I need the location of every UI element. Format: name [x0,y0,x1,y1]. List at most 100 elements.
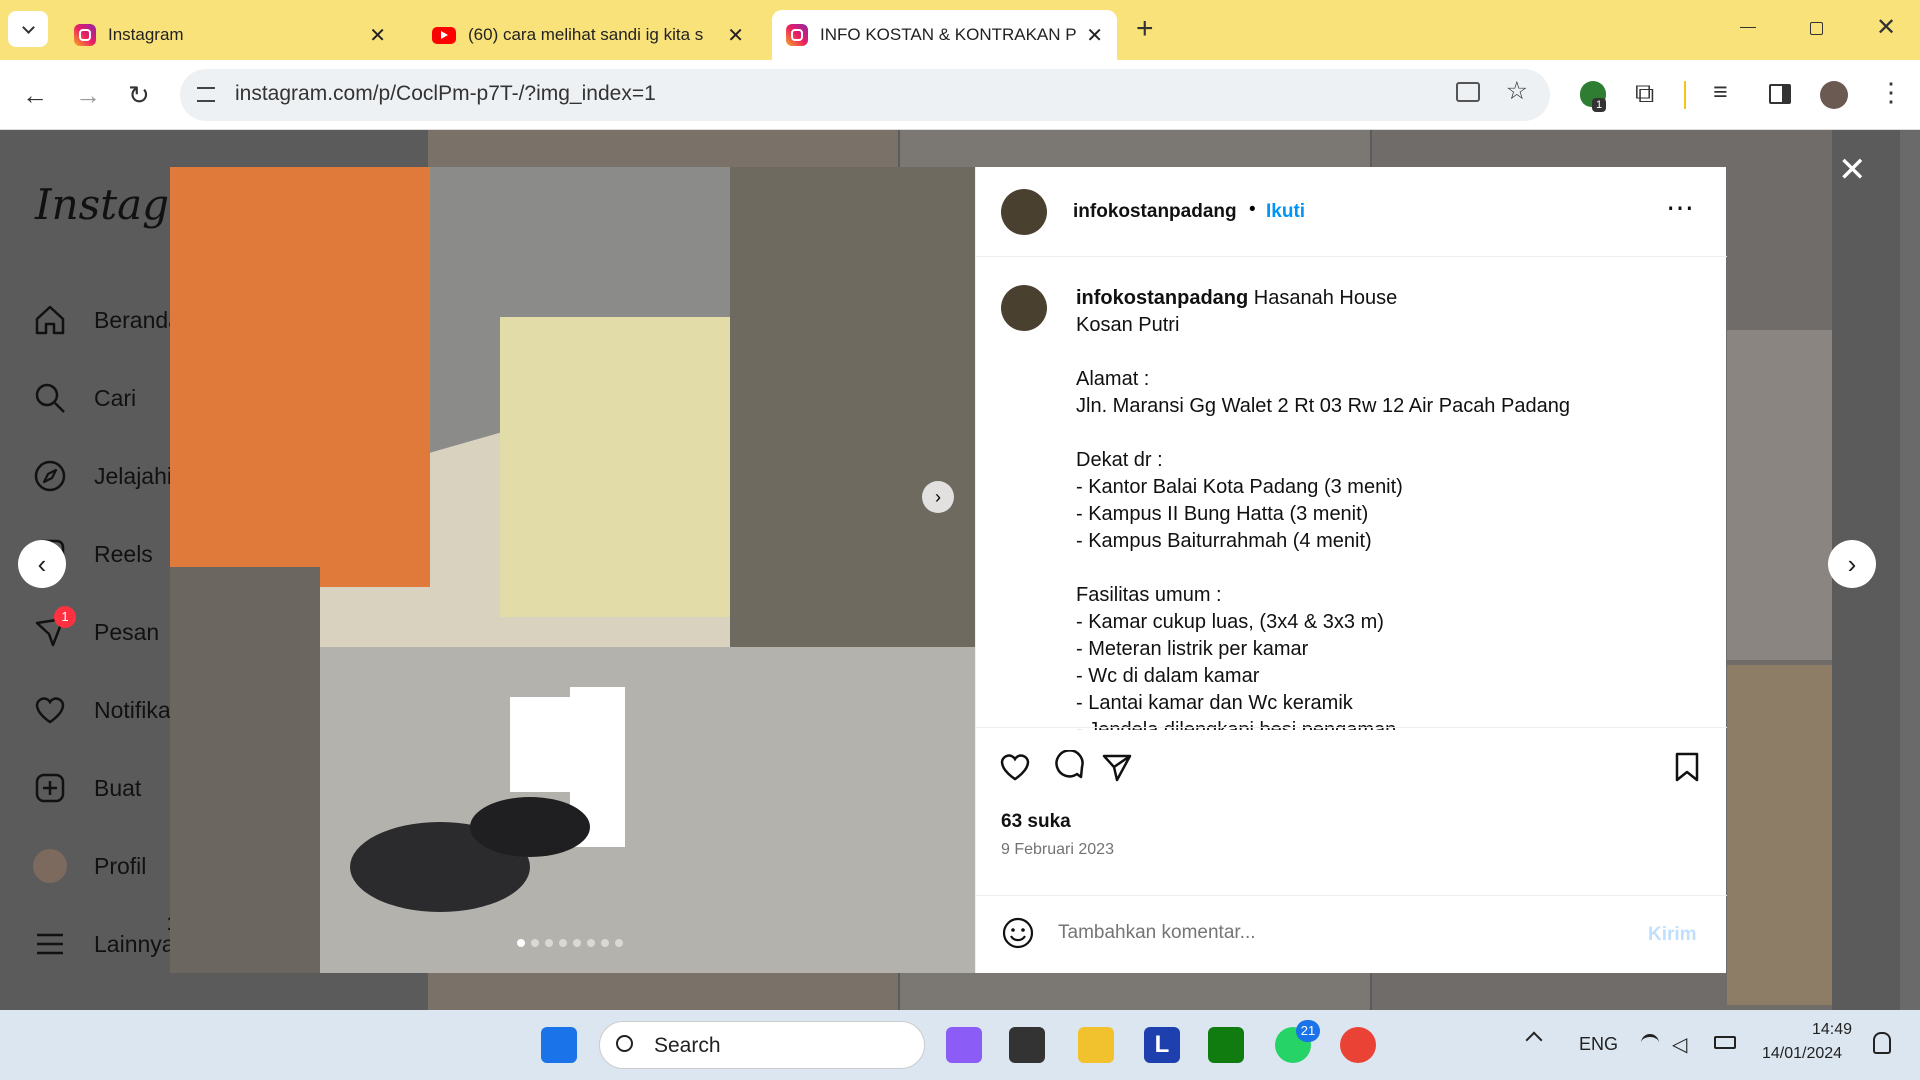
menu-icon [30,924,70,964]
next-post-button[interactable]: › [1828,540,1876,588]
comment-input[interactable] [1058,918,1618,948]
dot-separator: • [1249,199,1256,220]
home-icon [30,300,70,340]
emoji-icon[interactable] [1001,916,1035,955]
carousel-dot [545,939,553,947]
more-menu-icon[interactable]: ⋮ [1878,77,1904,108]
tab-search-button[interactable] [8,11,48,47]
comment-icon[interactable] [1052,749,1086,789]
sidebar-item-beranda[interactable]: Beranda [30,300,181,340]
profile-avatar[interactable] [1820,81,1848,109]
tab-info-kostan[interactable]: INFO KOSTAN & KONTRAKAN P ✕ [772,10,1117,60]
messenger-icon: 1 [30,606,76,652]
whatsapp-badge: 21 [1296,1020,1320,1042]
sidebar-item-pesan[interactable]: 1 Pesan [30,606,159,652]
microsoft-store-icon[interactable] [1208,1027,1244,1063]
background-post-thumbnail [1727,330,1832,660]
clock-time[interactable]: 14:49 [1812,1021,1852,1039]
close-tab-icon[interactable]: ✕ [727,23,744,48]
post-modal: › infokostanpadang • Ikuti ⋯ infokostanp… [170,167,1727,973]
carousel-dot [615,939,623,947]
instagram-favicon [74,24,96,46]
compass-icon [30,456,70,496]
sidebar-item-notifikasi[interactable]: Notifikasi [30,690,187,730]
windows-taskbar: Search L 21 ENG ◁ 14:49 14/01/2024 [0,1010,1920,1080]
previous-post-button[interactable]: ‹ [18,540,66,588]
chrome-icon[interactable] [1340,1027,1376,1063]
more-options-icon[interactable]: ⋯ [1666,191,1694,224]
side-panel-icon[interactable] [1769,84,1791,104]
clock-date[interactable]: 14/01/2024 [1762,1045,1842,1063]
forward-icon[interactable]: → [75,78,101,112]
language-indicator[interactable]: ENG [1579,1034,1618,1055]
new-tab-button[interactable]: + [1136,12,1154,46]
task-view-icon[interactable] [1009,1027,1045,1063]
carousel-dot [601,939,609,947]
post-actions: 63 suka 9 Februari 2023 [976,727,1727,867]
follow-button[interactable]: Ikuti [1266,201,1305,223]
wifi-icon[interactable] [1641,1034,1659,1052]
windows-start-icon[interactable] [541,1027,577,1063]
likes-count[interactable]: 63 suka [1001,811,1071,833]
save-bookmark-icon[interactable] [1670,750,1704,789]
carousel-dot [531,939,539,947]
post-details: infokostanpadang • Ikuti ⋯ infokostanpad… [975,167,1727,973]
carousel-dot [587,939,595,947]
share-icon[interactable] [1100,750,1134,789]
back-icon[interactable]: ← [22,78,48,112]
bookmark-star-icon[interactable]: ☆ [1506,76,1528,106]
close-tab-icon[interactable]: ✕ [369,23,386,48]
tab-instagram[interactable]: Instagram ✕ [60,10,400,60]
omnibox[interactable]: instagram.com/p/CoclPm-p7T-/?img_index=1… [180,69,1550,121]
l-app-icon[interactable]: L [1144,1027,1180,1063]
post-header: infokostanpadang • Ikuti ⋯ [976,167,1727,257]
show-hidden-icons[interactable] [1525,1031,1543,1049]
avatar[interactable] [1001,285,1047,331]
carousel-dot [559,939,567,947]
chevron-down-icon [21,20,35,34]
media-control-icon[interactable]: ≡ [1713,78,1728,107]
minimize-button[interactable] [1740,27,1756,28]
instagram-favicon [786,24,808,46]
page-scrollbar[interactable] [1900,130,1920,1010]
extensions-puzzle-icon[interactable]: ⧉ [1635,78,1654,110]
plus-square-icon [30,768,70,808]
tab-youtube[interactable]: (60) cara melihat sandi ig kita s ✕ [418,10,758,60]
next-photo-button[interactable]: › [922,481,954,513]
url-text[interactable]: instagram.com/p/CoclPm-p7T-/?img_index=1 [235,82,656,106]
notifications-icon[interactable] [1873,1032,1891,1054]
sidebar-item-jelajahi[interactable]: Jelajahi [30,456,172,496]
file-explorer-icon[interactable] [1078,1027,1114,1063]
close-window-button[interactable]: ✕ [1876,13,1896,42]
close-modal-icon[interactable]: ✕ [1838,150,1867,190]
reload-icon[interactable]: ↻ [128,78,150,112]
post-username[interactable]: infokostanpadang [1073,201,1237,223]
avatar[interactable] [1001,189,1047,235]
sidebar-item-profil[interactable]: Profil [30,846,146,886]
tab-strip: Instagram ✕ (60) cara melihat sandi ig ki… [0,0,1920,60]
avatar [33,849,67,883]
carousel-dot [573,939,581,947]
search-icon [30,378,70,418]
taskbar-search[interactable]: Search [599,1021,925,1069]
restore-button[interactable] [1810,22,1823,35]
sidebar-item-buat[interactable]: Buat [30,768,141,808]
caption-username[interactable]: infokostanpadang [1076,287,1248,309]
send-comment-button[interactable]: Kirim [1648,924,1697,946]
sidebar-item-lainnya[interactable]: Lainnya [30,924,175,964]
copilot-icon[interactable] [946,1027,982,1063]
sidebar-item-cari[interactable]: Cari [30,378,136,418]
close-tab-icon[interactable]: ✕ [1086,23,1103,48]
toolbar-divider [1684,81,1686,109]
extension-count: 1 [1592,98,1607,112]
notification-badge: 1 [54,606,76,628]
post-photo[interactable]: › [170,167,975,973]
like-heart-icon[interactable] [998,750,1032,789]
volume-icon[interactable]: ◁ [1672,1032,1687,1057]
youtube-favicon [432,26,456,44]
search-icon [616,1035,633,1052]
carousel-dot [517,939,525,947]
battery-icon[interactable] [1714,1036,1736,1049]
site-info-icon[interactable] [197,87,215,102]
install-app-icon[interactable] [1456,82,1480,102]
